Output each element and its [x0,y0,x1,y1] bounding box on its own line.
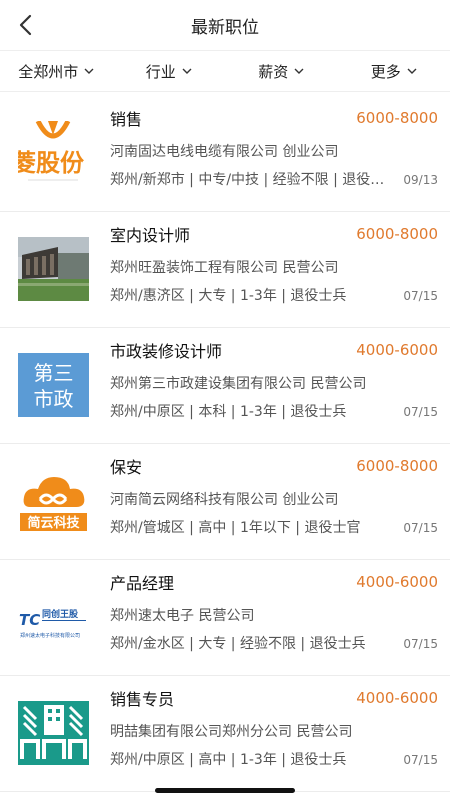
job-title: 室内设计师 [110,226,191,245]
filter-label: 全郑州市 [18,62,79,81]
post-date: 07/15 [403,521,438,535]
job-list: 菱股份 销售 6000-8000 河南固达电线电缆有限公司 创业公司 郑州/新郑… [0,96,450,792]
chevron-down-icon [182,68,192,74]
logo-text-line-1: 第三 [34,361,74,385]
job-item[interactable]: TC 同创王股 郑州速太电子科技有限公司 产品经理 4000-6000 郑州速太… [0,560,450,676]
job-item[interactable]: 菱股份 销售 6000-8000 河南固达电线电缆有限公司 创业公司 郑州/新郑… [0,96,450,212]
company-name: 河南固达电线电缆有限公司 创业公司 [110,144,339,160]
filter-salary[interactable]: 薪资 [225,61,338,82]
text-logo-icon: 第三 市政 [18,353,89,417]
building-logo-teal-icon [18,701,89,765]
salary: 4000-6000 [356,573,438,591]
company-name: 明喆集团有限公司郑州分公司 民营公司 [110,724,353,740]
job-title: 销售 [110,110,143,129]
filter-label: 行业 [145,62,176,81]
company-logo-orange-icon: 菱股份 [18,121,89,185]
filter-more[interactable]: 更多 [338,61,450,82]
job-meta: 郑州/中原区 | 本科 | 1-3年 | 退役士兵 [110,404,347,420]
company-name: 郑州旺盈装饰工程有限公司 民营公司 [110,260,339,276]
logo-text: 同创王股 [42,608,79,620]
job-title: 市政装修设计师 [110,342,223,361]
filter-bar: 全郑州市 行业 薪资 更多 [0,50,450,92]
company-name: 郑州第三市政建设集团有限公司 民营公司 [110,376,367,392]
chevron-down-icon [294,68,304,74]
app-header: 最新职位 [0,0,450,50]
company-name: 郑州速太电子 民营公司 [110,608,255,624]
page-title: 最新职位 [191,18,259,38]
post-date: 09/13 [403,173,438,187]
job-meta: 郑州/管城区 | 高中 | 1年以下 | 退役士官 [110,520,361,536]
logo-text: 简云科技 [27,515,80,531]
salary: 4000-6000 [356,341,438,359]
job-item[interactable]: 第三 市政 市政装修设计师 4000-6000 郑州第三市政建设集团有限公司 民… [0,328,450,444]
salary: 6000-8000 [356,109,438,127]
job-title: 产品经理 [110,574,175,593]
svg-text:TC: TC [19,611,40,629]
job-meta: 郑州/金水区 | 大专 | 经验不限 | 退役士兵 [110,636,366,652]
post-date: 07/15 [403,753,438,767]
job-item[interactable]: 销售专员 4000-6000 明喆集团有限公司郑州分公司 民营公司 郑州/中原区… [0,676,450,792]
chevron-down-icon [407,68,417,74]
job-meta: 郑州/中原区 | 高中 | 1-3年 | 退役士兵 [110,752,347,768]
salary: 6000-8000 [356,457,438,475]
logo-text-line-2: 市政 [34,387,74,411]
tc-logo-icon: TC 同创王股 郑州速太电子科技有限公司 [18,585,89,649]
filter-label: 薪资 [258,62,289,81]
post-date: 07/15 [403,289,438,303]
post-date: 07/15 [403,637,438,651]
building-photo-icon [18,237,89,301]
job-meta: 郑州/惠济区 | 大专 | 1-3年 | 退役士兵 [110,288,347,304]
filter-label: 更多 [370,62,401,81]
salary: 6000-8000 [356,225,438,243]
job-item[interactable]: 简云科技 保安 6000-8000 河南简云网络科技有限公司 创业公司 郑州/管… [0,444,450,560]
logo-text: 菱股份 [18,149,85,177]
job-title: 保安 [110,458,143,477]
cloud-logo-icon: 简云科技 [18,469,89,533]
job-title: 销售专员 [110,690,175,709]
job-item[interactable]: 室内设计师 6000-8000 郑州旺盈装饰工程有限公司 民营公司 郑州/惠济区… [0,212,450,328]
filter-city[interactable]: 全郑州市 [0,61,113,82]
job-meta: 郑州/新郑市 | 中专/中技 | 经验不限 | 退役士兵 [110,172,390,188]
home-indicator[interactable] [155,788,295,793]
company-name: 河南简云网络科技有限公司 创业公司 [110,492,339,508]
filter-industry[interactable]: 行业 [113,61,226,82]
salary: 4000-6000 [356,689,438,707]
logo-subtext: 郑州速太电子科技有限公司 [20,632,80,639]
chevron-down-icon [84,68,94,74]
post-date: 07/15 [403,405,438,419]
